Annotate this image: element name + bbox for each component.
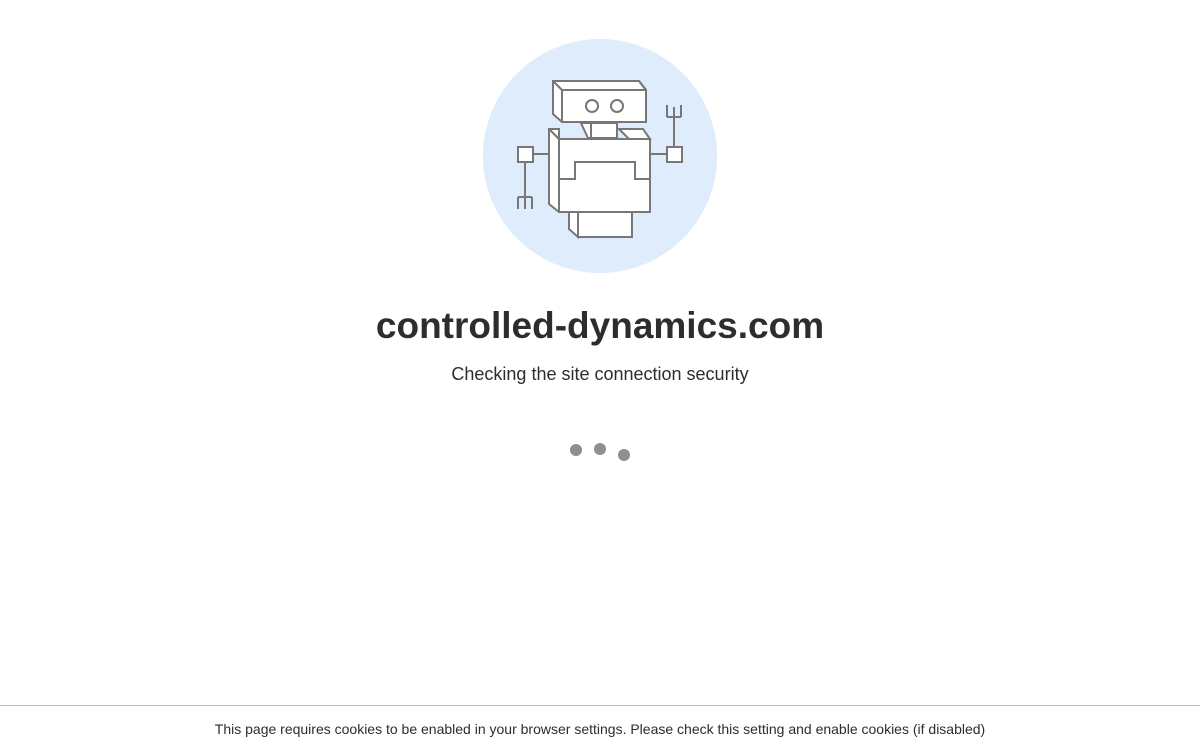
robot-icon	[483, 39, 717, 273]
cookie-notice: This page requires cookies to be enabled…	[214, 721, 986, 737]
loading-dot	[594, 443, 606, 455]
footer: This page requires cookies to be enabled…	[0, 705, 1200, 750]
robot-illustration	[483, 39, 717, 273]
site-domain-title: controlled-dynamics.com	[375, 305, 825, 346]
challenge-page: controlled-dynamics.com Checking the sit…	[0, 0, 1200, 750]
loading-dot	[618, 449, 630, 461]
status-message: Checking the site connection security	[451, 364, 749, 384]
loading-dot	[570, 444, 582, 456]
loading-dots	[568, 440, 634, 464]
